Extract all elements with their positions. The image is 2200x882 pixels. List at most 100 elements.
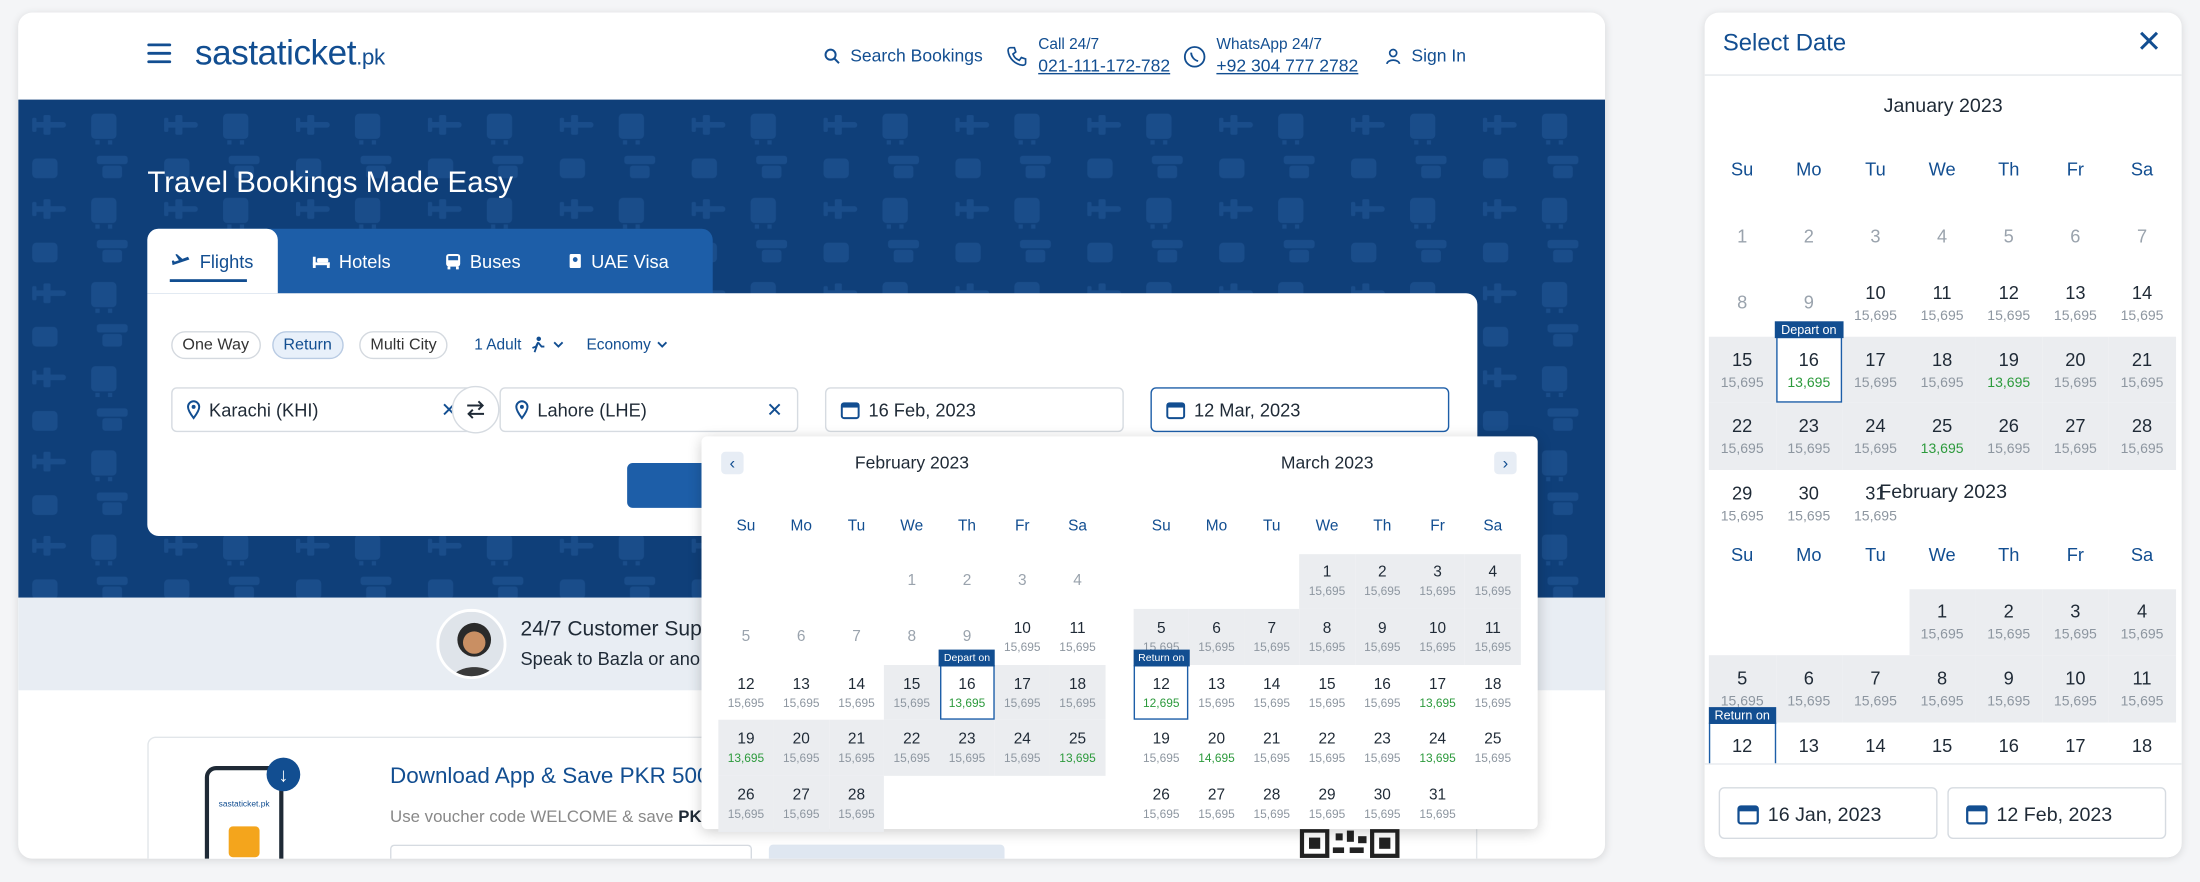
day-cell-16[interactable]: 16 13,695 Depart on bbox=[938, 649, 996, 721]
tab-hotels[interactable]: Hotels bbox=[278, 229, 424, 294]
sign-in-link[interactable]: Sign In bbox=[1385, 13, 1466, 100]
search-bookings-link[interactable]: Search Bookings bbox=[824, 13, 983, 100]
day-cell-14[interactable]: 1415,695 bbox=[1244, 665, 1299, 721]
day-cell-25[interactable]: 25 13,695 bbox=[1049, 720, 1106, 776]
day-cell-18[interactable]: 1815,695 bbox=[1465, 665, 1520, 721]
day-cell-10[interactable]: 10 15,695 bbox=[995, 609, 1050, 665]
trip-multi-city[interactable]: Multi City bbox=[359, 331, 448, 360]
swap-cities-button[interactable] bbox=[451, 385, 500, 434]
day-cell-13[interactable]: 13 15,695 bbox=[2042, 270, 2109, 337]
day-cell-11[interactable]: 11 15,695 bbox=[1050, 609, 1105, 665]
day-cell-19[interactable]: 19 13,695 bbox=[1975, 336, 2043, 404]
day-cell-10[interactable]: 10 15,695 bbox=[1409, 609, 1466, 665]
day-cell-14[interactable]: 1415,695 bbox=[829, 665, 884, 721]
day-cell-22[interactable]: 22 15,695 bbox=[1299, 720, 1354, 776]
day-cell-15[interactable]: 1515,695 bbox=[1299, 665, 1354, 721]
day-cell-17[interactable]: 1713,695 bbox=[2042, 722, 2109, 764]
clear-destination-icon[interactable]: ✕ bbox=[766, 398, 782, 422]
day-cell-26[interactable]: 26 15,695 bbox=[1975, 403, 2043, 470]
tab-buses[interactable]: Buses bbox=[424, 229, 542, 294]
day-cell-16[interactable]: 1615,695 bbox=[1355, 665, 1410, 721]
day-cell-17[interactable]: 17 15,695 bbox=[1842, 336, 1909, 404]
mobile-depart-date-field[interactable]: 16 Jan, 2023 bbox=[1718, 787, 1938, 839]
trip-one-way[interactable]: One Way bbox=[171, 331, 261, 360]
day-cell-7[interactable]: 7 15,695 bbox=[1244, 609, 1300, 665]
day-cell-12[interactable]: 12 12,695 Return on bbox=[1132, 649, 1190, 721]
call-number[interactable]: 021-111-172-782 bbox=[1038, 56, 1170, 77]
day-cell-13[interactable]: 13 15,695 bbox=[774, 665, 829, 721]
destination-field[interactable]: Lahore (LHE) ✕ bbox=[499, 387, 799, 433]
day-cell-20[interactable]: 20 14,695 bbox=[1189, 720, 1244, 776]
menu-icon[interactable] bbox=[147, 43, 172, 64]
day-cell-21[interactable]: 21 15,695 bbox=[828, 720, 885, 776]
day-cell-4[interactable]: 4 15,695 bbox=[1465, 553, 1521, 610]
day-cell-20[interactable]: 20 15,695 bbox=[2042, 336, 2109, 404]
day-cell-17[interactable]: 17 15,695 bbox=[994, 664, 1050, 721]
day-cell-28[interactable]: 28 15,695 bbox=[2108, 403, 2176, 470]
day-cell-12[interactable]: 12 12,695 Return on bbox=[1708, 706, 1777, 764]
day-cell-26[interactable]: 26 15,695 bbox=[718, 775, 774, 832]
day-cell-23[interactable]: 23 15,695 bbox=[1775, 403, 1843, 470]
day-cell-3[interactable]: 3 15,695 bbox=[2042, 588, 2109, 656]
day-cell-10[interactable]: 10 15,695 bbox=[2042, 655, 2109, 723]
day-cell-25[interactable]: 25 13,695 bbox=[1908, 403, 1976, 470]
day-cell-6[interactable]: 6 15,695 bbox=[1188, 609, 1245, 665]
day-cell-6[interactable]: 6 15,695 bbox=[1775, 655, 1843, 723]
day-cell-2[interactable]: 2 15,695 bbox=[1975, 588, 2043, 656]
app-promo-title[interactable]: Download App & Save PKR 500! bbox=[390, 765, 716, 790]
depart-date-field[interactable]: 16 Feb, 2023 bbox=[824, 387, 1124, 433]
day-cell-15[interactable]: 1515,695 bbox=[1909, 722, 1976, 764]
day-cell-28[interactable]: 28 15,695 bbox=[1244, 776, 1299, 832]
day-cell-24[interactable]: 24 13,695 bbox=[1410, 720, 1465, 776]
day-cell-17[interactable]: 1713,695 bbox=[1410, 665, 1465, 721]
day-cell-16[interactable]: 1615,695 bbox=[1975, 722, 2042, 764]
trip-return[interactable]: Return bbox=[272, 331, 344, 360]
day-cell-31[interactable]: 31 15,695 bbox=[1410, 776, 1465, 832]
day-cell-29[interactable]: 29 15,695 bbox=[1299, 776, 1354, 832]
day-cell-18[interactable]: 1815,695 bbox=[1049, 664, 1106, 721]
tab-flights[interactable]: Flights bbox=[147, 228, 278, 294]
day-cell-12[interactable]: 12 15,695 bbox=[1975, 270, 2042, 337]
day-cell-1[interactable]: 1 15,695 bbox=[1908, 588, 1976, 656]
call-link[interactable]: Call 24/7 021-111-172-782 bbox=[1006, 13, 1170, 100]
day-cell-14[interactable]: 1415,695 bbox=[2109, 270, 2176, 337]
mobile-return-date-field[interactable]: 12 Feb, 2023 bbox=[1947, 787, 2167, 839]
day-cell-13[interactable]: 13 15,695 bbox=[1189, 665, 1244, 721]
day-cell-2[interactable]: 2 15,695 bbox=[1354, 553, 1410, 610]
day-cell-9[interactable]: 9 15,695 bbox=[1354, 609, 1410, 665]
tab-uae-visa[interactable]: UAE Visa bbox=[542, 229, 696, 294]
mobile-calendar-scroll[interactable]: January 2023 Su Mo Tu We Th Fr Sa 1 2 3 4 5 6 7 8 9 10 15… bbox=[1705, 76, 2182, 764]
send-link-button[interactable] bbox=[768, 844, 1005, 859]
whatsapp-number[interactable]: +92 304 777 2782 bbox=[1216, 56, 1358, 77]
day-cell-7[interactable]: 7 15,695 bbox=[1842, 655, 1909, 723]
day-cell-4[interactable]: 4 15,695 bbox=[2108, 588, 2176, 656]
day-cell-28[interactable]: 28 15,695 bbox=[828, 775, 885, 832]
cabin-dropdown[interactable]: Economy bbox=[586, 331, 667, 359]
day-cell-25[interactable]: 25 15,695 bbox=[1465, 720, 1520, 776]
day-cell-26[interactable]: 26 15,695 bbox=[1134, 776, 1189, 832]
day-cell-11[interactable]: 11 15,695 bbox=[1909, 270, 1976, 337]
day-cell-20[interactable]: 20 15,695 bbox=[773, 720, 829, 776]
day-cell-16[interactable]: 16 13,695 Depart on bbox=[1774, 320, 1843, 404]
day-cell-24[interactable]: 24 15,695 bbox=[994, 720, 1050, 776]
return-date-field[interactable]: 12 Mar, 2023 bbox=[1150, 387, 1450, 433]
day-cell-15[interactable]: 1515,695 bbox=[884, 664, 940, 721]
day-cell-22[interactable]: 22 15,695 bbox=[1708, 403, 1776, 470]
day-cell-19[interactable]: 19 13,695 bbox=[718, 720, 774, 776]
brand-logo[interactable]: sastaticket.pk bbox=[195, 34, 385, 75]
day-cell-12[interactable]: 12 15,695 bbox=[718, 665, 773, 721]
day-cell-23[interactable]: 23 15,695 bbox=[939, 720, 995, 776]
day-cell-18[interactable]: 1815,695 bbox=[2109, 722, 2176, 764]
close-icon[interactable]: ✕ bbox=[2136, 24, 2162, 60]
day-cell-11[interactable]: 11 15,695 bbox=[1465, 609, 1521, 665]
day-cell-8[interactable]: 8 15,695 bbox=[1908, 655, 1976, 723]
passengers-dropdown[interactable]: 1 Adult bbox=[474, 331, 563, 359]
day-cell-30[interactable]: 30 15,695 bbox=[1355, 776, 1410, 832]
day-cell-27[interactable]: 27 15,695 bbox=[773, 775, 829, 832]
whatsapp-link[interactable]: WhatsApp 24/7 +92 304 777 2782 bbox=[1183, 13, 1358, 100]
day-cell-14[interactable]: 1415,695 bbox=[1842, 722, 1909, 764]
day-cell-8[interactable]: 8 15,695 bbox=[1299, 609, 1355, 665]
phone-number-input[interactable] bbox=[390, 844, 753, 859]
day-cell-23[interactable]: 23 15,695 bbox=[1355, 720, 1410, 776]
day-cell-22[interactable]: 22 15,695 bbox=[884, 720, 940, 776]
